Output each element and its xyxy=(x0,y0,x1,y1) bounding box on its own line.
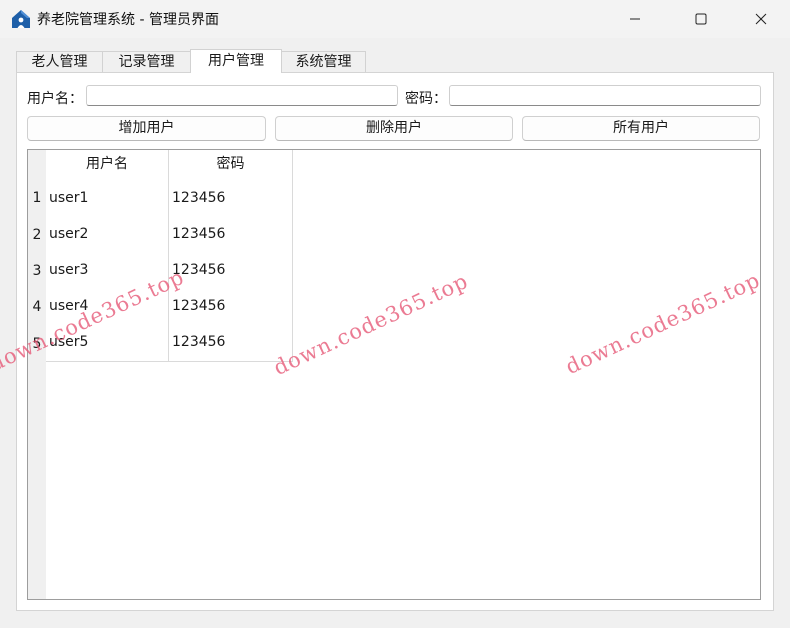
password-input[interactable] xyxy=(449,85,761,106)
username-cell[interactable]: user3 xyxy=(46,253,169,290)
tab-system-management[interactable]: 系统管理 xyxy=(281,51,366,72)
delete-user-button[interactable]: 删除用户 xyxy=(275,116,513,141)
password-cell[interactable]: 123456 xyxy=(169,181,293,218)
username-cell[interactable]: user5 xyxy=(46,325,169,362)
username-cell[interactable]: user1 xyxy=(46,181,169,218)
password-label: 密码： xyxy=(405,91,447,107)
username-input[interactable] xyxy=(86,85,398,106)
all-users-button[interactable]: 所有用户 xyxy=(522,116,760,141)
username-cell[interactable]: user2 xyxy=(46,217,169,254)
row-number[interactable]: 4 xyxy=(28,290,46,326)
main-window: 养老院管理系统 - 管理员界面 老人管理 记录管理 用户管理 系统管理 用户名：… xyxy=(0,0,790,628)
window-title: 养老院管理系统 - 管理员界面 xyxy=(37,12,219,28)
maximize-button[interactable] xyxy=(678,0,724,38)
password-cell[interactable]: 123456 xyxy=(169,289,293,326)
password-cell[interactable]: 123456 xyxy=(169,217,293,254)
column-header-password[interactable]: 密码 xyxy=(169,150,293,181)
password-cell[interactable]: 123456 xyxy=(169,325,293,362)
tab-record-management[interactable]: 记录管理 xyxy=(102,51,191,72)
tab-elder-management[interactable]: 老人管理 xyxy=(16,51,103,72)
close-icon xyxy=(755,13,767,25)
users-table[interactable]: 用户名 密码 1 user1 123456 2 user2 123456 3 u… xyxy=(27,149,761,600)
username-label: 用户名： xyxy=(27,91,83,107)
tab-user-management[interactable]: 用户管理 xyxy=(190,49,282,73)
minimize-icon xyxy=(630,18,640,20)
add-user-button[interactable]: 增加用户 xyxy=(27,116,266,141)
title-bar: 养老院管理系统 - 管理员界面 xyxy=(0,0,790,38)
maximize-icon xyxy=(695,13,707,25)
row-number[interactable]: 5 xyxy=(28,327,46,363)
app-house-icon xyxy=(12,10,30,28)
row-number[interactable]: 1 xyxy=(28,181,46,218)
row-number[interactable]: 3 xyxy=(28,254,46,290)
password-cell[interactable]: 123456 xyxy=(169,253,293,290)
username-cell[interactable]: user4 xyxy=(46,289,169,326)
minimize-button[interactable] xyxy=(612,0,658,38)
column-header-username[interactable]: 用户名 xyxy=(46,150,169,181)
row-number[interactable]: 2 xyxy=(28,218,46,254)
close-button[interactable] xyxy=(738,0,784,38)
